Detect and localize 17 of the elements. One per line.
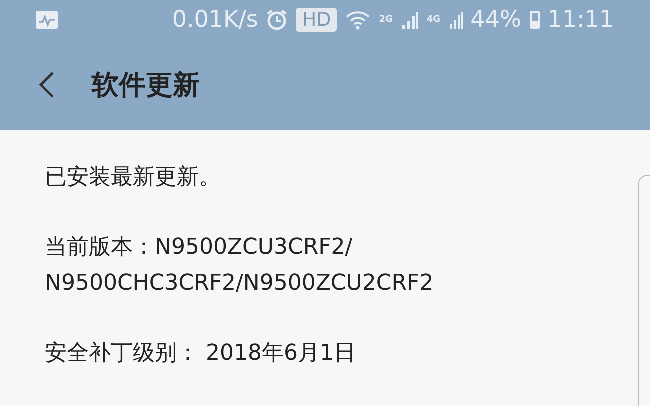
info-text: 已安装最新更新。 <box>45 164 222 192</box>
alarm-icon <box>266 9 288 31</box>
hd-badge: HD <box>296 8 338 32</box>
info-text: 安全补丁级别： 2018年6月1日 <box>45 340 357 368</box>
network-type: 2G <box>379 15 393 25</box>
back-icon[interactable] <box>38 71 56 99</box>
activity-icon <box>36 11 58 29</box>
signal-icon <box>448 11 463 29</box>
clock: 11:11 <box>548 7 614 33</box>
network-speed: 0.01K/s <box>172 7 258 33</box>
info-text: 当前版本：N9500ZCU3CRF2/ N9500CHC3CRF2/N9500ZCU2CRF2 <box>45 234 435 298</box>
signal-icon <box>400 11 419 29</box>
page-title: 软件更新 <box>92 69 200 103</box>
battery-icon <box>530 11 540 29</box>
battery-percentage: 44% <box>470 7 522 33</box>
network-type: 4G <box>426 15 441 25</box>
wifi-icon <box>345 10 372 30</box>
